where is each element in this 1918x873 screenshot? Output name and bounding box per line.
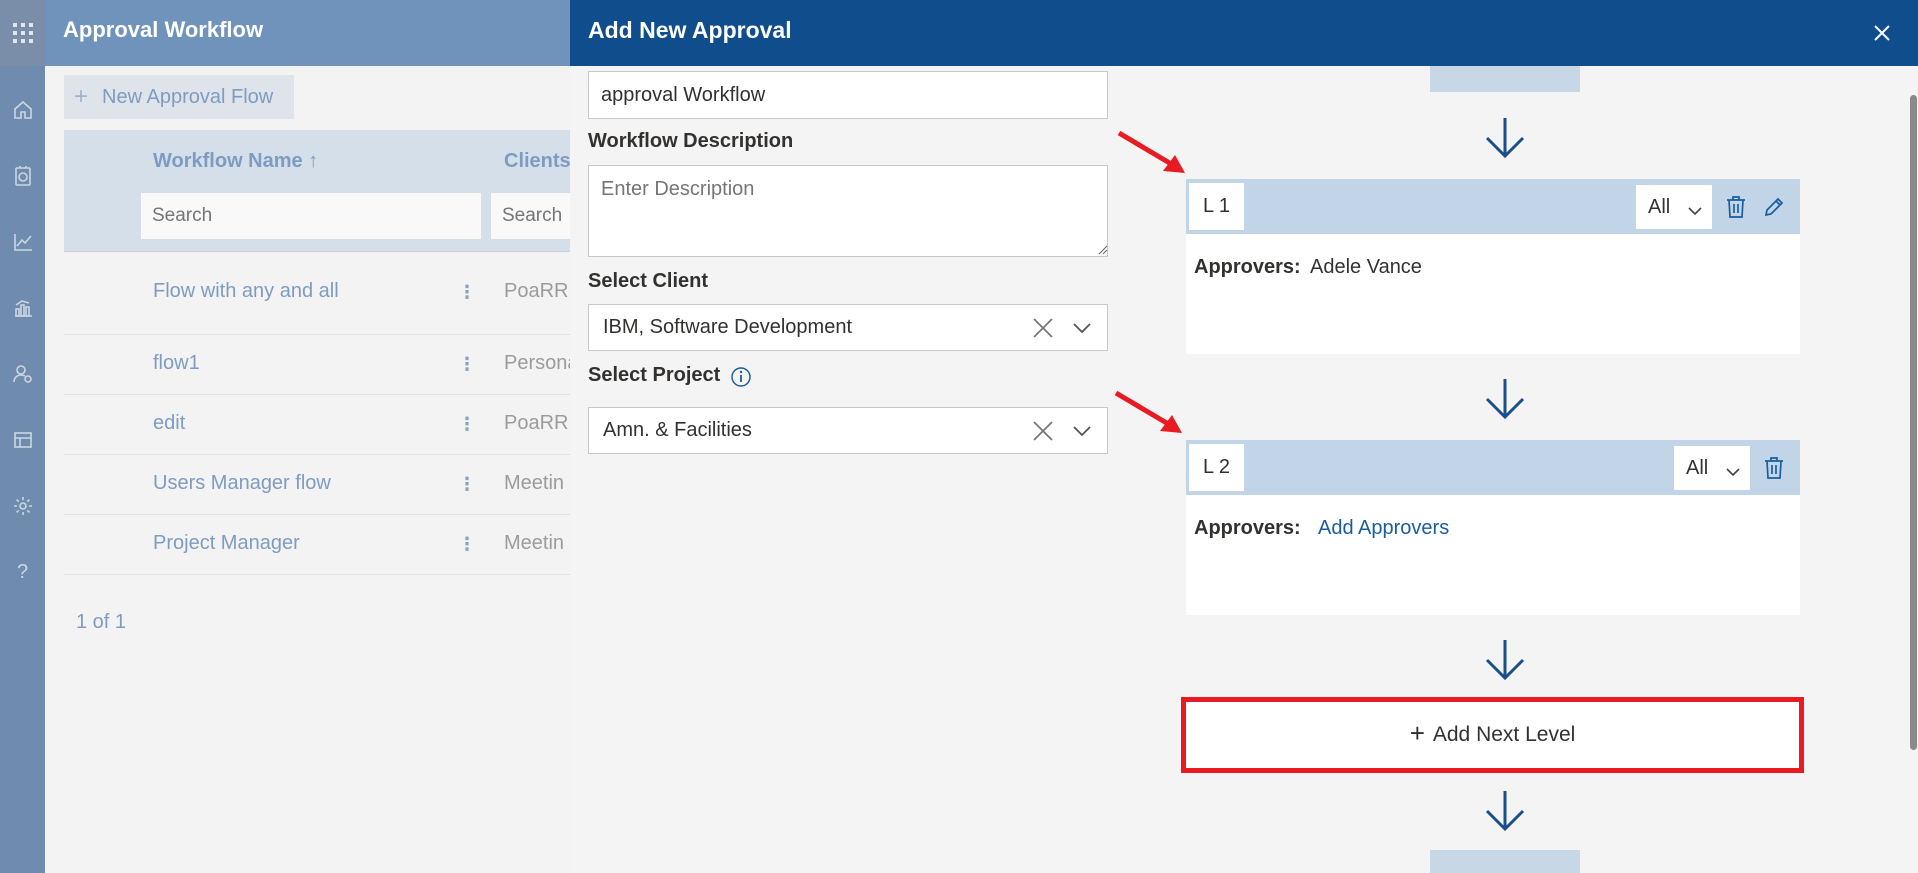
add-next-level-label: Add Next Level: [1432, 723, 1576, 746]
workflow-name-search-input[interactable]: [141, 193, 481, 239]
down-arrow-icon: [1485, 118, 1525, 159]
info-icon[interactable]: [730, 366, 752, 393]
table-row[interactable]: flow1 ⋮ Persona: [64, 335, 574, 395]
level-body: Approvers: Adele Vance: [1186, 234, 1800, 354]
home-icon[interactable]: [0, 90, 45, 130]
pager-text: 1 of 1: [76, 611, 127, 633]
client-select[interactable]: IBM, Software Development: [588, 304, 1108, 351]
more-options-icon[interactable]: ⋮: [458, 414, 476, 435]
analytics-icon[interactable]: [0, 288, 45, 328]
timesheet-icon[interactable]: [0, 156, 45, 196]
clear-icon[interactable]: [1032, 420, 1054, 448]
more-options-icon[interactable]: ⋮: [458, 534, 476, 555]
level-badge: L 2: [1189, 444, 1244, 491]
more-options-icon[interactable]: ⋮: [458, 354, 476, 375]
level-body: Approvers: Add Approvers: [1186, 495, 1800, 615]
close-icon[interactable]: [1866, 17, 1898, 49]
app-title: Approval Workflow: [63, 17, 264, 42]
clients-search-input[interactable]: [491, 193, 571, 239]
approvers-label: Approvers:: [1194, 256, 1301, 278]
annotation-arrow-icon: [1117, 130, 1185, 173]
chevron-down-icon: [1688, 199, 1702, 222]
add-next-level-button[interactable]: + Add Next Level: [1181, 697, 1804, 773]
left-nav-rail: ?: [0, 0, 45, 873]
app-launcher-icon[interactable]: [0, 0, 45, 66]
project-select[interactable]: Amn. & Facilities: [588, 407, 1108, 454]
row-client: Persona: [504, 352, 574, 374]
table-row[interactable]: Project Manager ⋮ Meetin: [64, 515, 574, 575]
approvers-label: Approvers:: [1194, 517, 1301, 539]
panel-title-overlay: Add New Approval: [588, 17, 792, 43]
delete-level-icon[interactable]: [1721, 192, 1751, 222]
more-options-icon[interactable]: ⋮: [458, 282, 476, 303]
table-row[interactable]: Users Manager flow ⋮ Meetin: [64, 455, 574, 515]
row-client: PoaRR,: [504, 412, 574, 434]
level-header: L 1 All: [1186, 179, 1800, 234]
down-arrow-icon: [1485, 379, 1525, 420]
down-arrow-icon: [1485, 791, 1525, 832]
chevron-down-icon[interactable]: [1072, 319, 1092, 342]
column-header-workflow-name[interactable]: Workflow Name ↑: [153, 150, 318, 173]
approval-mode-select[interactable]: All: [1674, 446, 1750, 490]
next-stage-pill: [1430, 850, 1580, 873]
panel-scrollbar[interactable]: [1910, 95, 1917, 750]
new-approval-flow-button[interactable]: + New Approval Flow: [64, 75, 294, 119]
table-row[interactable]: edit ⋮ PoaRR,: [64, 395, 574, 455]
gear-icon[interactable]: [0, 486, 45, 526]
workflow-description-label: Workflow Description: [588, 130, 794, 152]
workflow-name-input[interactable]: approval Workflow: [588, 71, 1108, 119]
add-approvers-link[interactable]: Add Approvers: [1318, 517, 1449, 540]
workflow-description-input[interactable]: [588, 165, 1108, 257]
row-client: PoaRR: [504, 280, 569, 302]
approval-mode-select[interactable]: All: [1636, 185, 1712, 229]
column-header-clients[interactable]: Clients: [504, 150, 571, 173]
help-icon[interactable]: ?: [0, 552, 45, 592]
approvers-value: Adele Vance: [1310, 256, 1422, 278]
approval-mode-value: All: [1686, 456, 1709, 479]
select-project-label: Select Project: [588, 364, 721, 386]
user-settings-icon[interactable]: [0, 354, 45, 394]
row-client: Meetin: [504, 472, 565, 494]
row-workflow-name[interactable]: flow1: [153, 352, 200, 375]
select-client-label: Select Client: [588, 270, 709, 292]
board-icon[interactable]: [0, 420, 45, 460]
more-options-icon[interactable]: ⋮: [458, 474, 476, 495]
add-new-approval-panel: Add New Approval approval Workflow Workf…: [570, 0, 1918, 873]
chevron-down-icon: [1726, 460, 1740, 483]
row-client: Meetin: [504, 532, 565, 554]
level-header: L 2 All: [1186, 440, 1800, 495]
new-approval-flow-label: New Approval Flow: [102, 85, 274, 108]
edit-level-icon[interactable]: [1759, 192, 1789, 222]
row-workflow-name[interactable]: Flow with any and all: [153, 280, 339, 303]
table-row[interactable]: Flow with any and all ⋮ PoaRR: [64, 252, 574, 335]
delete-level-icon[interactable]: [1759, 453, 1789, 483]
chevron-down-icon[interactable]: [1072, 422, 1092, 445]
approval-mode-value: All: [1648, 195, 1671, 218]
level-badge: L 1: [1189, 183, 1244, 230]
row-workflow-name[interactable]: Project Manager: [153, 532, 300, 555]
row-workflow-name[interactable]: edit: [153, 412, 185, 435]
plus-icon: +: [1409, 717, 1425, 748]
row-workflow-name[interactable]: Users Manager flow: [153, 472, 331, 495]
chart-icon[interactable]: [0, 222, 45, 262]
annotation-arrow-icon: [1114, 390, 1182, 433]
down-arrow-icon: [1485, 640, 1525, 681]
clear-icon[interactable]: [1032, 317, 1054, 345]
resize-grip-icon[interactable]: [1098, 245, 1108, 255]
plus-icon: +: [74, 83, 89, 110]
